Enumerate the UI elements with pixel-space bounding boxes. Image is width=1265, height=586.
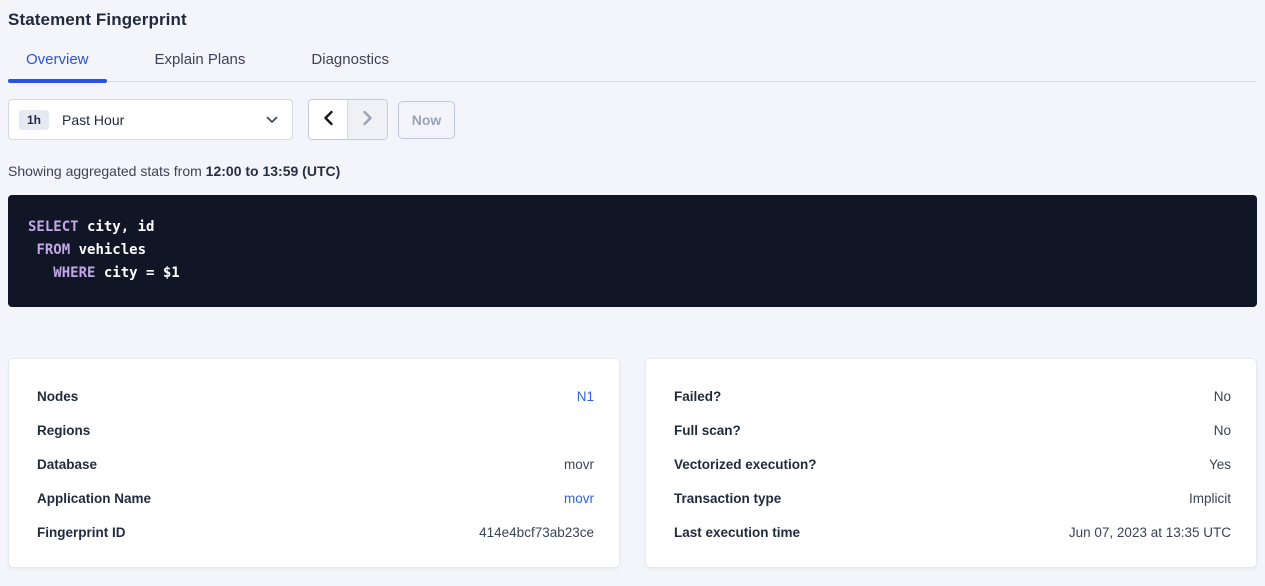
info-label: Failed? [674, 389, 721, 404]
info-label: Regions [37, 423, 90, 438]
stats-line-prefix: Showing aggregated stats from [8, 163, 206, 179]
info-label: Full scan? [674, 423, 741, 438]
full-scan-value: No [1214, 423, 1231, 438]
sql-statement-box: SELECT city, id FROM vehicles WHERE city… [8, 195, 1257, 307]
application-name-link[interactable]: movr [564, 491, 594, 506]
tab-explain-plans[interactable]: Explain Plans [137, 51, 264, 81]
tab-bar: Overview Explain Plans Diagnostics [8, 51, 1257, 82]
chevron-down-icon [266, 116, 278, 124]
sql-keyword: SELECT [28, 219, 79, 235]
statement-details-card: Nodes N1 Regions Database movr Applicati… [8, 358, 620, 568]
previous-time-button[interactable] [309, 100, 348, 139]
statement-fingerprint-page: Statement Fingerprint Overview Explain P… [0, 0, 1265, 568]
sql-text: vehicles [70, 242, 146, 258]
time-step-button-group [308, 99, 388, 140]
nodes-link[interactable]: N1 [577, 389, 594, 404]
summary-cards: Nodes N1 Regions Database movr Applicati… [8, 358, 1257, 568]
last-execution-time-value: Jun 07, 2023 at 13:35 UTC [1069, 525, 1231, 540]
chevron-left-icon [323, 110, 334, 129]
info-row-vectorized: Vectorized execution? Yes [674, 447, 1231, 481]
time-range-label: Past Hour [62, 112, 124, 128]
sql-keyword: WHERE [53, 265, 95, 281]
next-time-button[interactable] [348, 100, 387, 139]
now-button[interactable]: Now [398, 101, 455, 139]
info-row-regions: Regions [37, 413, 594, 447]
page-title: Statement Fingerprint [8, 0, 1257, 30]
execution-attributes-card: Failed? No Full scan? No Vectorized exec… [645, 358, 1257, 568]
time-range-dropdown[interactable]: 1h Past Hour [8, 99, 293, 140]
info-row-transaction-type: Transaction type Implicit [674, 481, 1231, 515]
vectorized-value: Yes [1209, 457, 1231, 472]
info-label: Database [37, 457, 97, 472]
tab-diagnostics[interactable]: Diagnostics [293, 51, 407, 81]
info-label: Fingerprint ID [37, 525, 126, 540]
info-label: Application Name [37, 491, 151, 506]
stats-line-range: 12:00 to 13:59 (UTC) [206, 163, 341, 179]
fingerprint-id-value: 414e4bcf73ab23ce [479, 525, 594, 540]
sql-indent [28, 265, 53, 281]
info-label: Vectorized execution? [674, 457, 817, 472]
time-controls: 1h Past Hour Now [8, 99, 1257, 140]
transaction-type-value: Implicit [1189, 491, 1231, 506]
info-row-failed: Failed? No [674, 379, 1231, 413]
info-row-nodes: Nodes N1 [37, 379, 594, 413]
sql-keyword: FROM [36, 242, 70, 258]
sql-text: city = $1 [95, 265, 179, 281]
info-row-database: Database movr [37, 447, 594, 481]
info-row-full-scan: Full scan? No [674, 413, 1231, 447]
info-label: Last execution time [674, 525, 800, 540]
info-row-application-name: Application Name movr [37, 481, 594, 515]
info-row-fingerprint-id: Fingerprint ID 414e4bcf73ab23ce [37, 515, 594, 549]
aggregated-stats-line: Showing aggregated stats from 12:00 to 1… [8, 163, 1257, 179]
failed-value: No [1214, 389, 1231, 404]
database-value: movr [564, 457, 594, 472]
info-row-last-execution-time: Last execution time Jun 07, 2023 at 13:3… [674, 515, 1231, 549]
chevron-right-icon [362, 110, 373, 129]
sql-text: city, id [79, 219, 155, 235]
info-label: Transaction type [674, 491, 781, 506]
tab-overview[interactable]: Overview [8, 51, 107, 81]
info-label: Nodes [37, 389, 78, 404]
time-range-badge: 1h [19, 110, 49, 130]
